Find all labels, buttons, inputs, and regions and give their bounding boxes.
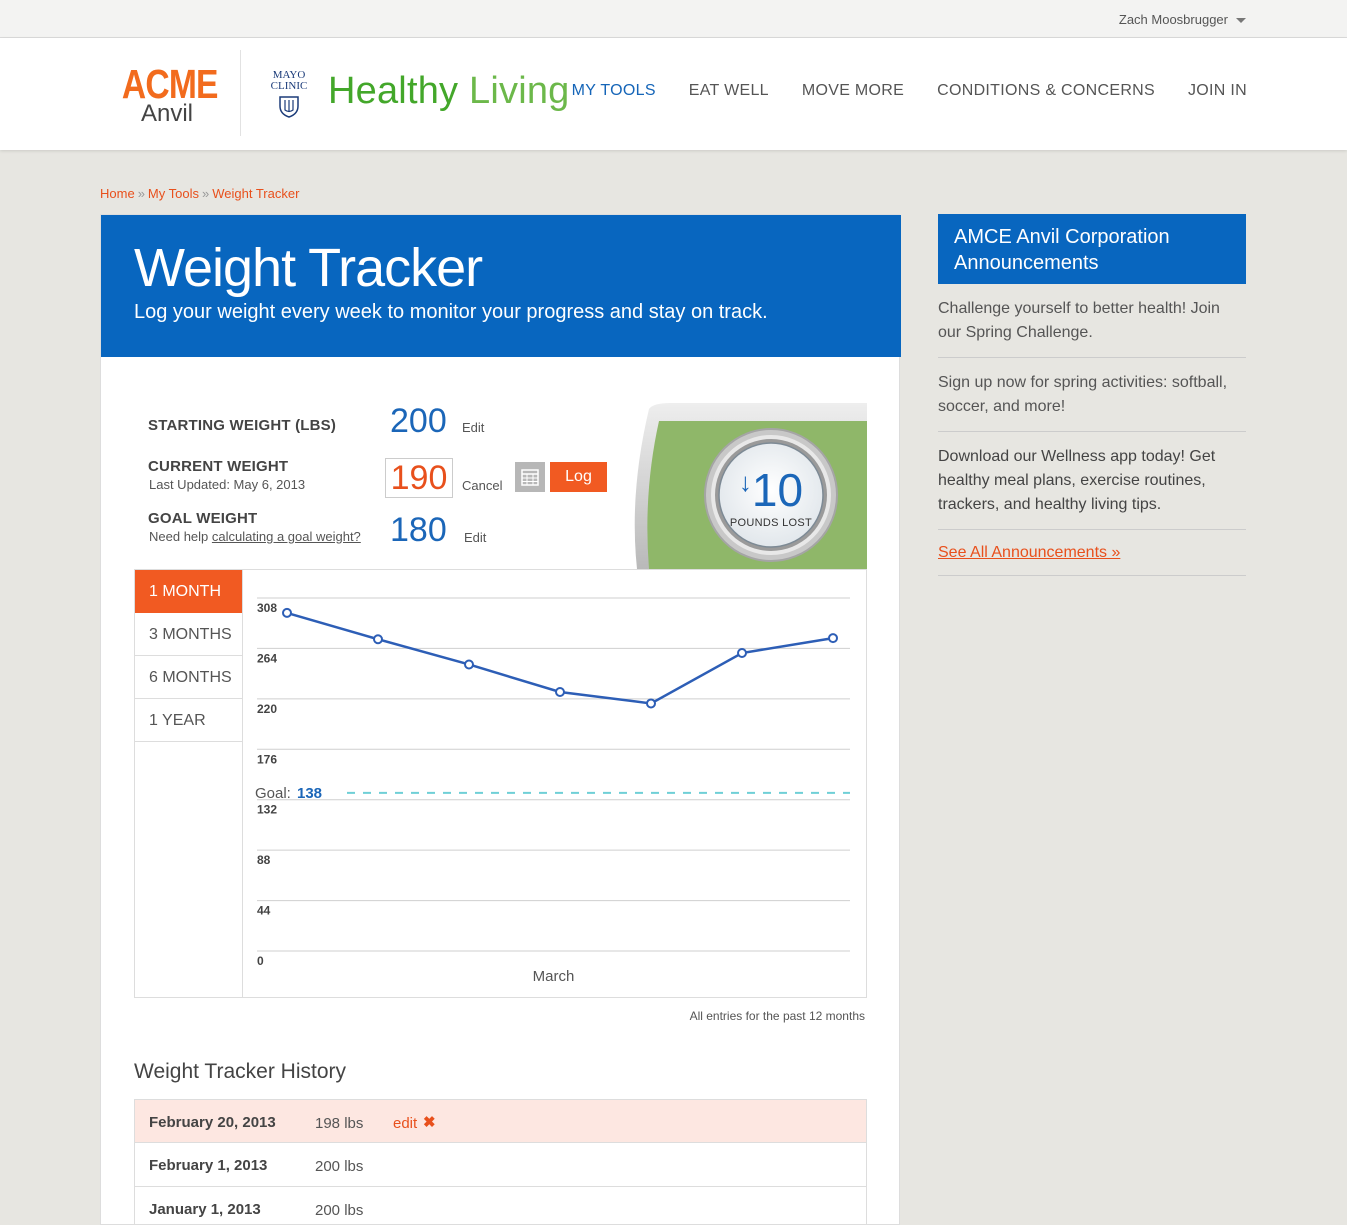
user-menu[interactable]: Zach Moosbrugger xyxy=(1119,12,1246,27)
tab-1-month[interactable]: 1 MONTH xyxy=(135,570,242,613)
pounds-lost-label: POUNDS LOST xyxy=(729,517,813,529)
goal-weight-edit-link[interactable]: Edit xyxy=(464,530,486,545)
breadcrumb-current: Weight Tracker xyxy=(212,186,300,201)
history-weight: 200 lbs xyxy=(315,1202,364,1219)
healthy-text: Healthy xyxy=(328,70,459,112)
y-tick-label: 176 xyxy=(257,752,277,766)
history-row[interactable]: February 1, 2013 200 lbs xyxy=(134,1143,867,1187)
acme-logo-text: ACME xyxy=(121,61,219,107)
page-subtitle: Log your weight every week to monitor yo… xyxy=(134,301,768,323)
starting-weight-value: 200 xyxy=(390,402,447,440)
breadcrumb-separator: » xyxy=(137,186,145,201)
history-weight: 198 lbs xyxy=(315,1115,364,1132)
y-tick-label: 44 xyxy=(257,904,271,918)
breadcrumb: Home» My Tools» Weight Tracker xyxy=(100,186,299,201)
y-tick-label: 88 xyxy=(257,853,271,867)
data-point xyxy=(282,607,292,618)
data-point xyxy=(373,634,383,645)
history-row[interactable]: February 20, 2013 198 lbs edit ✖ xyxy=(134,1099,867,1143)
clinic-text: CLINIC xyxy=(270,80,308,92)
data-point xyxy=(828,633,838,644)
living-text: Living xyxy=(469,70,570,112)
goal-help-prefix: Need help xyxy=(149,529,209,544)
main-nav: MY TOOLS EAT WELL MOVE MORE CONDITIONS &… xyxy=(572,82,1247,100)
breadcrumb-my-tools[interactable]: My Tools xyxy=(148,186,199,201)
x-axis-label: March xyxy=(533,968,575,985)
current-weight-updated: Last Updated: May 6, 2013 xyxy=(149,477,306,492)
site-header: ACME Anvil MAYO CLINIC Healthy Living MY… xyxy=(0,38,1347,150)
acme-logo[interactable]: ACME Anvil xyxy=(112,64,222,126)
starting-weight-edit-link[interactable]: Edit xyxy=(462,420,484,435)
calendar-icon xyxy=(521,469,539,486)
weight-tracker-card: Weight Tracker Log your weight every wee… xyxy=(100,214,901,1225)
goal-weight-help: Need help calculating a goal weight? xyxy=(149,529,361,544)
weight-line-chart: 308 264 220 176 132 88 44 0 Goal: 138 March xyxy=(255,597,850,985)
nav-join-in[interactable]: JOIN IN xyxy=(1188,82,1247,100)
announcement-item[interactable]: Sign up now for spring activities: softb… xyxy=(938,358,1246,432)
mayo-clinic-logo: MAYO CLINIC xyxy=(265,70,313,118)
history-edit-link[interactable]: edit xyxy=(393,1115,417,1132)
calendar-button[interactable] xyxy=(515,462,545,492)
range-tabs: 1 MONTH 3 MONTHS 6 MONTHS 1 YEAR xyxy=(135,570,243,997)
history-title: Weight Tracker History xyxy=(134,1060,346,1083)
y-tick-label: 220 xyxy=(257,702,277,716)
starting-weight-label: STARTING WEIGHT (LBS) xyxy=(148,417,337,434)
data-point xyxy=(464,659,474,670)
log-button[interactable]: Log xyxy=(550,462,607,492)
see-all-announcements-link[interactable]: See All Announcements » xyxy=(938,530,1246,576)
tab-6-months[interactable]: 6 MONTHS xyxy=(135,656,242,699)
tab-3-months[interactable]: 3 MONTHS xyxy=(135,613,242,656)
announcement-item[interactable]: Challenge yourself to better health! Joi… xyxy=(938,284,1246,358)
nav-conditions-concerns[interactable]: CONDITIONS & CONCERNS xyxy=(937,82,1155,100)
nav-eat-well[interactable]: EAT WELL xyxy=(689,82,769,100)
history-table: February 20, 2013 198 lbs edit ✖ Februar… xyxy=(134,1099,867,1225)
goal-label: Goal: xyxy=(255,785,291,802)
mayo-shield-icon xyxy=(279,96,299,118)
top-bar: Zach Moosbrugger xyxy=(0,0,1347,38)
data-point xyxy=(737,648,747,659)
announcements-sidebar: AMCE Anvil Corporation Announcements Cha… xyxy=(938,214,1246,576)
history-weight: 200 lbs xyxy=(315,1158,364,1175)
logo-divider xyxy=(240,50,241,136)
delete-icon[interactable]: ✖ xyxy=(423,1113,436,1131)
history-date: January 1, 2013 xyxy=(149,1201,261,1218)
goal-weight-label: GOAL WEIGHT xyxy=(148,510,258,527)
pounds-lost-readout: ↓10 xyxy=(727,467,815,513)
nav-move-more[interactable]: MOVE MORE xyxy=(802,82,904,100)
current-weight-cancel-link[interactable]: Cancel xyxy=(462,478,502,493)
current-weight-input[interactable]: 190 xyxy=(385,458,453,498)
current-weight-label: CURRENT WEIGHT xyxy=(148,458,289,475)
scale-illustration: ↓10 POUNDS LOST xyxy=(631,403,867,569)
breadcrumb-separator: » xyxy=(201,186,210,201)
chevron-down-icon xyxy=(1236,18,1246,23)
healthy-living-logo[interactable]: Healthy Living xyxy=(328,70,570,113)
weight-chart-panel: 1 MONTH 3 MONTHS 6 MONTHS 1 YEAR 308 264 2… xyxy=(134,569,867,998)
history-date: February 1, 2013 xyxy=(149,1157,268,1174)
announcement-item[interactable]: Download our Wellness app today! Get hea… xyxy=(938,432,1246,530)
goal-help-link[interactable]: calculating a goal weight? xyxy=(212,529,361,544)
goal-value: 138 xyxy=(297,785,322,802)
data-point xyxy=(555,686,565,697)
y-tick-label: 308 xyxy=(257,601,277,615)
announcements-title: AMCE Anvil Corporation Announcements xyxy=(938,214,1246,284)
hero-banner: Weight Tracker Log your weight every wee… xyxy=(101,215,901,357)
user-name: Zach Moosbrugger xyxy=(1118,12,1228,27)
history-date: February 20, 2013 xyxy=(149,1114,276,1131)
data-point xyxy=(646,698,656,709)
goal-weight-value: 180 xyxy=(390,511,447,549)
nav-my-tools[interactable]: MY TOOLS xyxy=(572,82,656,100)
y-tick-label: 132 xyxy=(257,803,277,817)
page-title: Weight Tracker xyxy=(134,238,483,298)
y-tick-label: 264 xyxy=(257,651,277,665)
history-row[interactable]: January 1, 2013 200 lbs xyxy=(134,1187,867,1225)
y-tick-label: 0 xyxy=(257,954,264,968)
down-arrow-icon: ↓ xyxy=(738,467,752,497)
tab-1-year[interactable]: 1 YEAR xyxy=(135,699,242,742)
pounds-lost-value: 10 xyxy=(751,464,804,516)
breadcrumb-home[interactable]: Home xyxy=(100,186,135,201)
entries-note: All entries for the past 12 months xyxy=(689,1009,865,1023)
